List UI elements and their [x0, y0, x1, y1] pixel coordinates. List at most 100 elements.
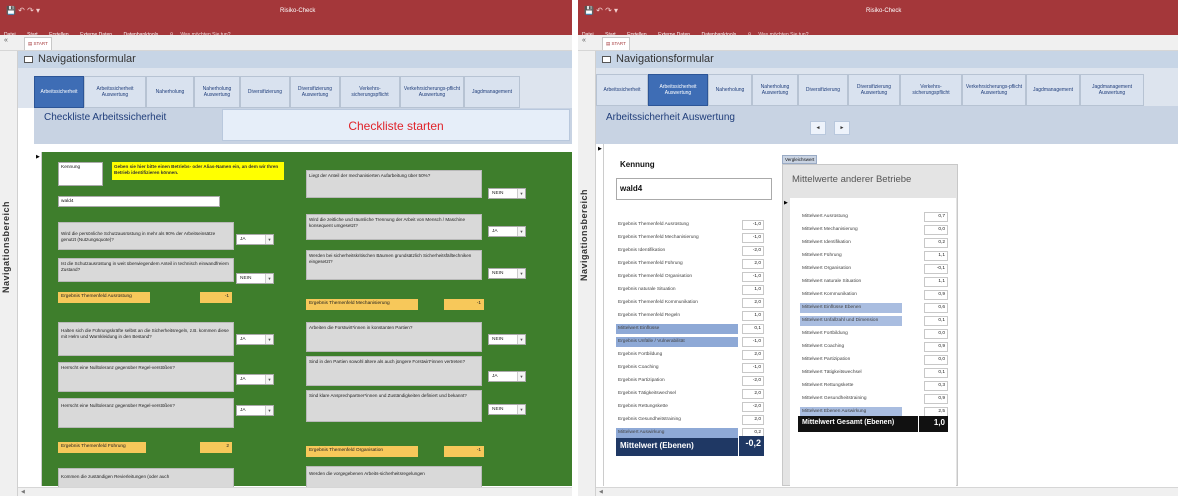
nav-button-verkehrssicherungspflicht-auswertung[interactable]: Verkehrsicherungs-pflicht Auswertung — [962, 74, 1026, 106]
quick-access-toolbar[interactable]: 💾 ↶ ↷ ▾ — [584, 6, 618, 15]
nav-button-naherholung[interactable]: Naherholung — [708, 74, 752, 106]
horizontal-scrollbar[interactable]: ◀ — [18, 487, 572, 496]
navigation-pane[interactable]: Navigationsbereich — [0, 51, 18, 496]
nav-button-jagdmanagement[interactable]: Jagdmanagement — [464, 76, 520, 108]
document-tab-label: START — [33, 41, 48, 46]
compare-total-value: 1,0 — [918, 416, 948, 432]
nav-button-arbeitssicherheit-auswertung[interactable]: Arbeitssicherheit Auswertung — [648, 74, 708, 106]
previous-record-button[interactable]: ◄ — [810, 121, 826, 135]
result-row-label: Ergebnis Rettungskette — [618, 404, 668, 409]
result-value: -1 — [444, 299, 484, 310]
chevron-down-icon[interactable]: ▼ — [517, 189, 525, 198]
chevron-down-icon[interactable]: ▼ — [265, 335, 273, 344]
nav-buttons: Arbeitssicherheit Arbeitssicherheit Ausw… — [596, 74, 1144, 106]
nav-button-verkehrssicherungspflicht-auswertung[interactable]: Verkehrsicherungs-pflicht Auswertung — [400, 76, 464, 108]
compare-row-label: Mittelwert Einflüsse Ebenen — [802, 305, 862, 310]
answer-select[interactable]: NEIN ▼ — [236, 273, 274, 284]
nav-button-diversifizierung[interactable]: Diversifizierung — [240, 76, 290, 108]
record-selector[interactable]: ▶ — [596, 144, 604, 486]
chevron-down-icon[interactable]: ▼ — [517, 269, 525, 278]
record-selector-icon[interactable]: ▶ — [784, 200, 788, 206]
chevron-left-icon[interactable]: « — [4, 37, 8, 44]
result-row-label: Ergebnis Identifikation — [618, 248, 666, 253]
next-record-button[interactable]: ► — [834, 121, 850, 135]
result-row-label: Ergebnis Unfälle / Vulnerabilität — [618, 339, 685, 344]
answer-value: NEIN — [240, 276, 252, 281]
result-label: Ergebnis Themenfeld Führung — [58, 442, 146, 453]
scroll-left-icon[interactable]: ◀ — [599, 489, 603, 495]
question-ansprechpartner: Sind klare Ansprechpartner*innen und Zus… — [306, 390, 482, 422]
answer-select[interactable]: JA ▼ — [488, 371, 526, 382]
chevron-down-icon[interactable]: ▼ — [265, 375, 273, 384]
nav-button-naherholung[interactable]: Naherholung — [146, 76, 194, 108]
answer-select[interactable]: NEIN ▼ — [488, 188, 526, 199]
result-row-label: Ergebnis Fortbildung — [618, 352, 663, 357]
result-row-label: Ergebnis Themenfeld Führung — [618, 261, 683, 266]
result-row-label: Ergebnis Themenfeld Kommunikation — [618, 300, 698, 305]
compare-row-label: Mittelwert naturale Situation — [802, 279, 862, 284]
answer-select[interactable]: JA ▼ — [236, 405, 274, 416]
title-bar: 💾 ↶ ↷ ▾ Risiko-Check — [0, 0, 572, 23]
chevron-down-icon[interactable]: ▼ — [265, 406, 273, 415]
result-row-label: Ergebnis Coaching — [618, 365, 659, 370]
question-nulltoleranz: Herrscht eine Nulltoleranz gegenüber Reg… — [58, 362, 234, 392]
nav-button-verkehrssicherungspflicht[interactable]: Verkehrs-sicherungspflicht — [340, 76, 400, 108]
nav-button-jagdmanagement-auswertung[interactable]: Jagdmanagement Auswertung — [1080, 74, 1144, 106]
result-label: Ergebnis Themenfeld Mechanisierung — [306, 299, 418, 310]
nav-button-jagdmanagement[interactable]: Jagdmanagement — [1026, 74, 1080, 106]
result-label: Ergebnis Themenfeld Organisation — [306, 446, 418, 457]
result-row-label: Ergebnis naturale Situation — [618, 287, 676, 292]
kennung-field[interactable]: wald4 — [616, 178, 772, 200]
nav-button-arbeitssicherheit-auswertung[interactable]: Arbeitssicherheit Auswertung — [84, 76, 146, 108]
answer-select[interactable]: NEIN ▼ — [488, 404, 526, 415]
nav-button-arbeitssicherheit[interactable]: Arbeitssicherheit — [596, 74, 648, 106]
chevron-down-icon[interactable]: ▼ — [517, 372, 525, 381]
chevron-down-icon[interactable]: ▼ — [517, 405, 525, 414]
navigation-pane-label: Navigationsbereich — [579, 189, 589, 282]
start-checklist-button[interactable]: Checkliste starten — [222, 109, 570, 141]
compare-row-label: Mittelwert Führung — [802, 253, 842, 258]
compare-row-label: Mittelwert Identifikation — [802, 240, 851, 245]
nav-button-diversifizierung[interactable]: Diversifizierung — [798, 74, 848, 106]
nav-button-diversifizierung-auswertung[interactable]: Diversifizierung Auswertung — [848, 74, 900, 106]
horizontal-scrollbar[interactable]: ◀ — [596, 487, 1178, 496]
result-row-value: 2,0 — [742, 259, 764, 269]
compare-row-value: 0,6 — [924, 303, 948, 313]
compare-button[interactable]: Vergleichswert — [782, 155, 818, 164]
document-tab-start[interactable]: ▤ START — [24, 37, 52, 50]
answer-select[interactable]: JA ▼ — [236, 334, 274, 345]
scroll-left-icon[interactable]: ◀ — [21, 489, 25, 495]
chevron-left-icon[interactable]: « — [582, 37, 586, 44]
result-row-value: -2,0 — [742, 246, 764, 256]
result-row-value: -2,0 — [742, 402, 764, 412]
answer-select[interactable]: JA ▼ — [488, 226, 526, 237]
answer-value: JA — [240, 408, 246, 413]
answer-select[interactable]: NEIN ▼ — [488, 334, 526, 345]
record-selector[interactable]: ▶ — [34, 152, 42, 486]
kennung-input[interactable]: wald4 — [58, 196, 220, 207]
nav-buttons: Arbeitssicherheit Arbeitssicherheit Ausw… — [34, 76, 520, 108]
result-row-value: 1,0 — [742, 311, 764, 321]
quick-access-toolbar[interactable]: 💾 ↶ ↷ ▾ — [6, 6, 40, 15]
answer-select[interactable]: NEIN ▼ — [488, 268, 526, 279]
document-tab-start[interactable]: ▤ START — [602, 37, 630, 50]
answer-select[interactable]: JA ▼ — [236, 234, 274, 245]
answer-value: JA — [492, 374, 498, 379]
nav-button-arbeitssicherheit[interactable]: Arbeitssicherheit — [34, 76, 84, 108]
chevron-down-icon[interactable]: ▼ — [265, 235, 273, 244]
answer-value: JA — [240, 237, 246, 242]
nav-button-naherholung-auswertung[interactable]: Naherholung Auswertung — [752, 74, 798, 106]
navigation-pane[interactable]: Navigationsbereich — [578, 51, 596, 496]
nav-button-naherholung-auswertung[interactable]: Naherholung Auswertung — [194, 76, 240, 108]
compare-row-label: Mittelwert Gesundheitstraining — [802, 396, 867, 401]
nav-button-verkehrssicherungspflicht[interactable]: Verkehrs-sicherungspflicht — [900, 74, 962, 106]
chevron-down-icon[interactable]: ▼ — [265, 274, 273, 283]
answer-value: NEIN — [492, 407, 504, 412]
chevron-down-icon[interactable]: ▼ — [517, 335, 525, 344]
question-revierleitungen: Kommen die zuständigen Revierleitungen (… — [58, 468, 234, 488]
result-row-label: Mittelwert Auswirkung — [618, 430, 665, 435]
chevron-down-icon[interactable]: ▼ — [517, 227, 525, 236]
nav-button-diversifizierung-auswertung[interactable]: Diversifizierung Auswertung — [290, 76, 340, 108]
result-row-label: Ergebnis Themenfeld Mechanisierung — [618, 235, 699, 240]
answer-select[interactable]: JA ▼ — [236, 374, 274, 385]
